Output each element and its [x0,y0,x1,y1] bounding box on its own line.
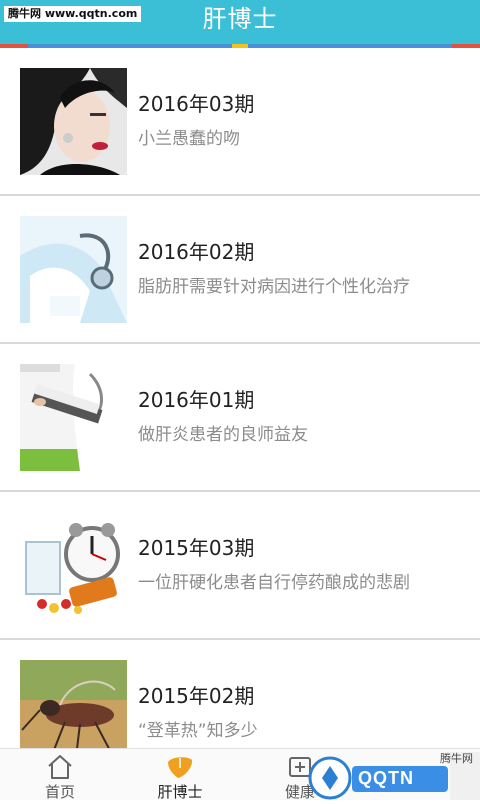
qqtn-badge-text: QQTN [358,768,414,788]
issue-item-2016-03[interactable]: 2016年03期 小兰愚蠢的吻 [0,48,480,196]
issue-title: 2016年02期 [138,240,255,264]
clock-pills-image [20,512,127,619]
issue-subtitle: “登革热”知多少 [138,721,258,741]
doctor-clipboard-image [20,364,127,471]
issue-title: 2015年03期 [138,536,255,560]
issue-item-2015-02[interactable]: 2015年02期 “登革热”知多少 [0,640,480,748]
issue-subtitle: 做肝炎患者的良师益友 [138,425,308,445]
issue-subtitle: 一位肝硬化患者自行停药酿成的悲剧 [138,573,410,593]
tab-label: 首页 [44,783,75,801]
issue-title: 2016年03期 [138,92,255,116]
issue-item-2015-03[interactable]: 2015年03期 一位肝硬化患者自行停药酿成的悲剧 [0,492,480,640]
liver-icon [166,754,194,780]
issue-subtitle: 小兰愚蠢的吻 [138,129,240,149]
qqtn-watermark-badge: QQTN 腾牛网 [300,752,480,800]
tab-home[interactable]: 首页 [0,749,120,801]
issue-title: 2015年02期 [138,684,255,708]
mosquito-image [20,660,127,748]
issue-list: 2016年03期 小兰愚蠢的吻 2016年02期 脂肪肝需要针对病因进行个性化治… [0,48,480,748]
issue-title: 2016年01期 [138,388,255,412]
issue-item-2016-01[interactable]: 2016年01期 做肝炎患者的良师益友 [0,344,480,492]
site-watermark: 腾牛网 www.qqtn.com [4,6,142,22]
doctor-stethoscope-image [20,216,127,323]
qqtn-badge-corner: 腾牛网 [440,752,473,765]
issue-item-2016-02[interactable]: 2016年02期 脂肪肝需要针对病因进行个性化治疗 [0,196,480,344]
app-header: 肝博士 腾牛网 www.qqtn.com [0,0,480,48]
tab-liver-doctor[interactable]: 肝博士 [120,749,240,801]
home-icon [46,754,74,780]
issue-subtitle: 脂肪肝需要针对病因进行个性化治疗 [138,277,410,297]
tab-label: 肝博士 [157,783,203,801]
woman-portrait-image [20,68,127,175]
